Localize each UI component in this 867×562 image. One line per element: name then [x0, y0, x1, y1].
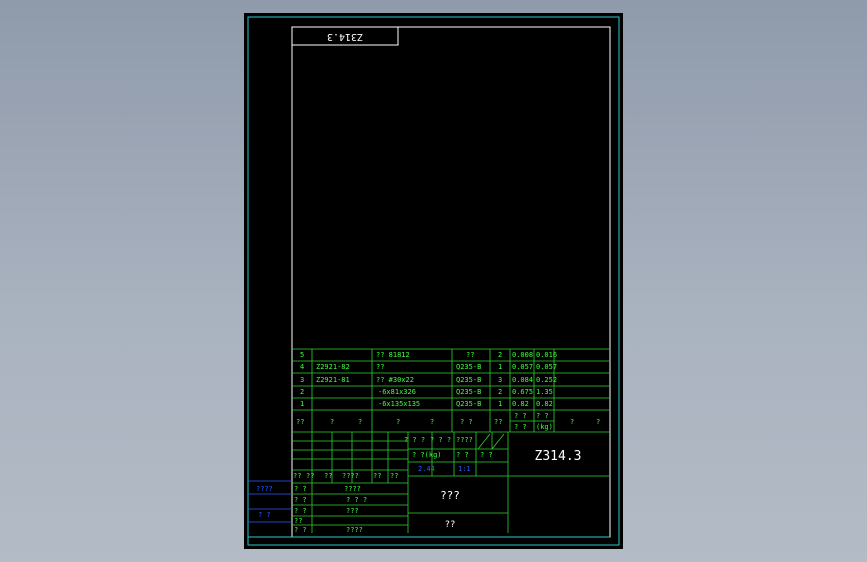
drawing-code: Z314.3 [535, 449, 582, 464]
bom-header-unit-weight-bottom: ? ? [514, 423, 527, 431]
role-mark-5: ???? [346, 526, 363, 534]
bom-row-name: -6x135x135 [378, 400, 420, 408]
signature-header-4: ???? [342, 472, 359, 480]
bom-row-total-weight: 0.057 [536, 363, 557, 371]
bom-row-unit-weight: 0.82 [512, 400, 529, 408]
bom-rows: 5 ?? 81812 ?? 2 0.008 0.016 4 Z2921-82 ?… [300, 351, 557, 408]
bom-header-name: ? [396, 418, 400, 426]
company-name: ?? [445, 520, 456, 530]
role-label-3: ? ? [294, 507, 307, 515]
drawing-code-mirrored: Z314.3 [327, 31, 363, 42]
bom-row-material: Q235-B [456, 388, 481, 396]
bom-row-no: 3 [300, 376, 304, 384]
bom-row-unit-weight: 0.057 [512, 363, 533, 371]
signature-header-3: ?? [324, 472, 332, 480]
bom-row-qty: 2 [498, 351, 502, 359]
role-label-2: ? ? [294, 496, 307, 504]
bom-row-total-weight: 0.016 [536, 351, 557, 359]
bom-row-no: 1 [300, 400, 304, 408]
bom-header-material: ? ? [460, 418, 473, 426]
bom-row-name: ?? [376, 363, 384, 371]
scale-value: 1:1 [458, 465, 471, 473]
bom-row-material: Q235-B [456, 376, 481, 384]
title-block: ? ? ? ? ? ? ???? ? ?(kg) ? ? ? ? 2.44 1:… [256, 436, 581, 534]
role-label-4: ?? [294, 517, 302, 525]
bom-header-remark: ? [570, 418, 574, 426]
side-label-1: ???? [256, 485, 273, 493]
bom-header-no: ?? [296, 418, 304, 426]
mass-value: 2.44 [418, 465, 435, 473]
role-mark-2: ? ? ? [346, 496, 367, 504]
bom-row-unit-weight: 0.008 [512, 351, 533, 359]
role-label-1: ? ? [294, 485, 307, 493]
bom-header-code: ? [330, 418, 334, 426]
signature-header-2: ?? [306, 472, 314, 480]
drawing-title: ??? [440, 489, 460, 502]
drawing-sheet: Z314.3 5 ?? 81812 ?? 2 0.008 0.016 4 Z29… [244, 13, 623, 549]
bom-row-no: 4 [300, 363, 304, 371]
bom-row: 5 ?? 81812 ?? 2 0.008 0.016 [300, 351, 557, 359]
role-mark-3: ??? [346, 507, 359, 515]
role-mark-1: ???? [344, 485, 361, 493]
bom-row-total-weight: 1.35 [536, 388, 553, 396]
bom-row-code: Z2921-81 [316, 376, 350, 384]
bom-header-code-2: ? [358, 418, 362, 426]
bom-row-no: 5 [300, 351, 304, 359]
sheet-label: ? ? [480, 451, 493, 459]
stage-label-1: ? ? ? [404, 436, 425, 444]
bom-header-remark-2: ? [596, 418, 600, 426]
bom-row: 2 -6x81x326 Q235-B 2 0.675 1.35 [300, 388, 553, 396]
bom-row-qty: 1 [498, 400, 502, 408]
bom-row-name: ?? #30x22 [376, 376, 414, 384]
signature-header-1: ?? [293, 472, 301, 480]
signature-header-6: ?? [390, 472, 398, 480]
bom-row-unit-weight: 0.675 [512, 388, 533, 396]
stage-label-2: ? ? ? [430, 436, 451, 444]
stage-label-3: ???? [456, 436, 473, 444]
bom-row: 4 Z2921-82 ?? Q235-B 1 0.057 0.057 [300, 363, 557, 371]
scale-label: ? ? [456, 451, 469, 459]
bom-header-name-2: ? [430, 418, 434, 426]
bom-row-qty: 3 [498, 376, 502, 384]
mass-label: ? ?(kg) [412, 451, 442, 459]
bom-row-total-weight: 0.252 [536, 376, 557, 384]
bom-row-total-weight: 0.82 [536, 400, 553, 408]
bom-header-weight-unit: (kg) [536, 423, 553, 431]
bom-row-no: 2 [300, 388, 304, 396]
bom-row: 1 -6x135x135 Q235-B 1 0.82 0.82 [300, 400, 553, 408]
role-label-5: ? ? [294, 526, 307, 534]
bom-row-unit-weight: 0.084 [512, 376, 533, 384]
bom-row-name: -6x81x326 [378, 388, 416, 396]
bom-row-material: Q235-B [456, 400, 481, 408]
bom-row-name: ?? 81812 [376, 351, 410, 359]
bom-row-material: ?? [466, 351, 474, 359]
side-label-2: ? ? [258, 511, 271, 519]
signature-header-5: ?? [373, 472, 381, 480]
bom-row: 3 Z2921-81 ?? #30x22 Q235-B 3 0.084 0.25… [300, 376, 557, 384]
bom-header-total-weight-top: ? ? [536, 412, 549, 420]
bom-header-unit-weight-top: ? ? [514, 412, 527, 420]
bom-row-code: Z2921-82 [316, 363, 350, 371]
drawing-frame: Z314.3 5 ?? 81812 ?? 2 0.008 0.016 4 Z29… [247, 16, 620, 546]
bom-row-qty: 2 [498, 388, 502, 396]
bom-header-qty: ?? [494, 418, 502, 426]
bom-header: ?? ? ? ? ? ? ? ?? ? ? ? ? ? ? (kg) ? ? [296, 412, 600, 431]
bom-row-qty: 1 [498, 363, 502, 371]
bom-row-material: Q235-B [456, 363, 481, 371]
